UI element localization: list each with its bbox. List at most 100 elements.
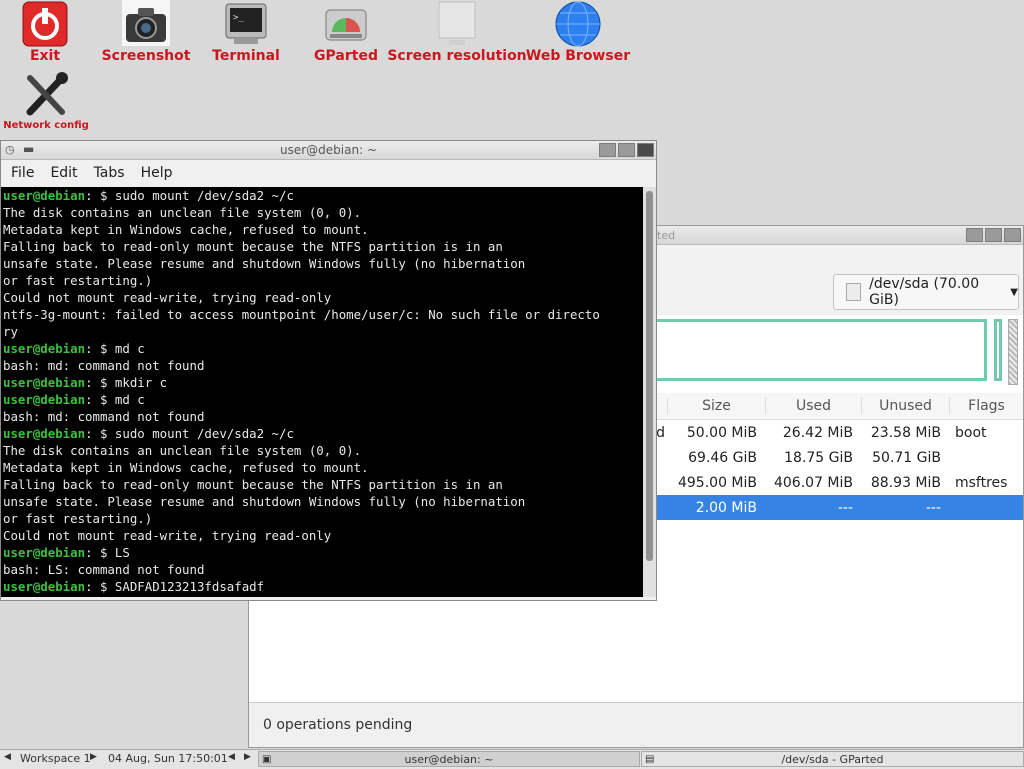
desktop-icon-label: Network config	[3, 120, 89, 131]
close-button[interactable]	[637, 143, 654, 157]
device-select[interactable]: /dev/sda (70.00 GiB) ▼	[833, 274, 1019, 310]
terminal-icon: ▣	[262, 753, 272, 765]
terminal-line: The disk contains an unclean file system…	[3, 205, 362, 220]
task-prev-icon[interactable]: ◀	[228, 752, 235, 762]
terminal-line: Metadata kept in Windows cache, refused …	[3, 222, 369, 237]
close-button[interactable]	[1004, 228, 1021, 242]
prompt-user: user@debian	[3, 375, 86, 390]
desktop-icon-screenshot[interactable]: Screenshot	[101, 0, 191, 64]
terminal-line: ntfs-3g-mount: failed to access mountpoi…	[3, 307, 600, 322]
terminal-output[interactable]: user@debian: $ sudo mount /dev/sda2 ~/c T…	[1, 187, 643, 597]
camera-icon	[122, 0, 170, 46]
column-header-unused[interactable]: Unused	[861, 398, 949, 414]
desktop-icon-exit[interactable]: Exit	[18, 0, 72, 64]
command-text: mkdir c	[114, 375, 168, 390]
minimize-button[interactable]	[966, 228, 983, 242]
column-header-used[interactable]: Used	[765, 398, 861, 414]
prompt-tail: : $	[85, 341, 115, 356]
disk-icon	[846, 283, 862, 301]
globe-icon	[554, 0, 602, 47]
terminal-line: user@debian: $ md c	[3, 340, 643, 357]
terminal-line: Metadata kept in Windows cache, refused …	[3, 460, 369, 475]
terminal-line: user@debian: $ mkdir c	[3, 374, 643, 391]
task-gparted[interactable]: ▤ /dev/sda - GParted	[641, 751, 1024, 767]
terminal-line: user@debian: $ SADFAD123213fdsafadf	[3, 578, 643, 595]
partition-used-cell: 26.42 MiB	[782, 424, 853, 441]
terminal-line: bash: md: command not found	[3, 358, 205, 373]
desktop-icon-web-browser[interactable]: Web Browser	[526, 0, 630, 64]
terminal-line: bash: LS: command not found	[3, 562, 205, 577]
menu-edit[interactable]: Edit	[42, 165, 85, 181]
workspace-next-icon[interactable]: ▶	[90, 752, 97, 762]
desktop-icon-terminal[interactable]: >_ Terminal	[208, 0, 284, 64]
terminal-line: bash: md: command not found	[3, 409, 205, 424]
workspace-prev-icon[interactable]: ◀	[4, 752, 11, 762]
scrollbar-thumb[interactable]	[646, 191, 653, 561]
terminal-titlebar[interactable]: ◷ ▬ user@debian: ~	[1, 141, 656, 160]
terminal-icon: >_	[222, 0, 270, 46]
gparted-title: ted	[657, 229, 676, 242]
maximize-button[interactable]	[618, 143, 635, 157]
desktop-icon-screen-resolution[interactable]: Screen resolution	[387, 0, 527, 64]
command-text: sudo mount /dev/sda2 ~/c	[114, 426, 294, 441]
terminal-window-controls	[599, 143, 654, 157]
prompt-tail: : $	[85, 375, 115, 390]
partition-size-cell: 2.00 MiB	[695, 499, 757, 516]
terminal-line: Could not mount read-write, trying read-…	[3, 528, 332, 543]
partition-size-cell: 50.00 MiB	[686, 424, 757, 441]
operations-pending: 0 operations pending	[263, 717, 413, 733]
prompt-tail: : $	[85, 426, 115, 441]
desktop-icon-label: Screenshot	[101, 48, 191, 64]
partition-used-cell: 18.75 GiB	[784, 449, 853, 466]
terminal-window: ◷ ▬ user@debian: ~ File Edit Tabs Help u…	[0, 140, 657, 601]
desktop-icon-gparted[interactable]: GParted	[310, 0, 382, 64]
task-gparted-label: /dev/sda - GParted	[781, 752, 884, 766]
disk-gauge-icon	[322, 0, 370, 46]
terminal-line: ry	[3, 324, 18, 339]
minimize-button[interactable]	[599, 143, 616, 157]
prompt-tail: : $	[85, 392, 115, 407]
partition-flags-cell: msftres	[955, 474, 1008, 491]
partition-block-unallocated[interactable]	[1008, 319, 1018, 385]
terminal-line: unsafe state. Please resume and shutdown…	[3, 256, 526, 271]
terminal-line: unsafe state. Please resume and shutdown…	[3, 494, 526, 509]
command-text: sudo mount /dev/sda2 ~/c	[114, 188, 294, 203]
prompt-tail: : $	[85, 579, 115, 594]
terminal-menubar: File Edit Tabs Help	[1, 160, 656, 186]
status-bar: 0 operations pending	[249, 702, 1023, 747]
prompt-user: user@debian	[3, 545, 86, 560]
terminal-line: or fast restarting.)	[3, 511, 153, 526]
desktop-icon-label: Terminal	[212, 48, 280, 64]
partition-size-cell: 495.00 MiB	[677, 474, 757, 491]
command-text: md c	[114, 341, 145, 356]
menu-tabs[interactable]: Tabs	[86, 165, 133, 181]
prompt-user: user@debian	[3, 341, 86, 356]
workspace-label[interactable]: Workspace 1	[20, 752, 91, 765]
terminal-scrollbar[interactable]	[643, 187, 656, 597]
column-header-size[interactable]: Size	[667, 398, 765, 414]
partition-block-small[interactable]	[994, 319, 1002, 381]
maximize-button[interactable]	[985, 228, 1002, 242]
menu-file[interactable]: File	[3, 165, 42, 181]
partition-unused-cell: ---	[925, 499, 941, 516]
wrench-screwdriver-icon	[22, 72, 70, 118]
prompt-user: user@debian	[3, 188, 86, 203]
task-terminal[interactable]: ▣ user@debian: ~	[258, 751, 640, 767]
power-icon	[21, 0, 69, 47]
taskbar: ◀ Workspace 1 ▶ 04 Aug, Sun 17:50:01 ◀ ▶…	[0, 749, 1024, 769]
partition-flags-cell: boot	[955, 424, 987, 441]
desktop-icon-label: Screen resolution	[387, 48, 527, 64]
partition-unused-cell: 23.58 MiB	[870, 424, 941, 441]
task-next-icon[interactable]: ▶	[244, 752, 251, 762]
prompt-user: user@debian	[3, 426, 86, 441]
terminal-line: user@debian: $ md c	[3, 391, 643, 408]
svg-text:>_: >_	[233, 13, 244, 23]
desktop-icon-network-config[interactable]: Network config	[3, 72, 89, 131]
terminal-line: Could not mount read-write, trying read-…	[3, 290, 332, 305]
partition-unused-cell: 88.93 MiB	[870, 474, 941, 491]
menu-help[interactable]: Help	[133, 165, 181, 181]
terminal-line: The disk contains an unclean file system…	[3, 443, 362, 458]
prompt-user: user@debian	[3, 392, 86, 407]
terminal-line: user@debian: $ sudo mount /dev/sda2 ~/c	[3, 425, 643, 442]
column-header-flags[interactable]: Flags	[949, 398, 1023, 414]
